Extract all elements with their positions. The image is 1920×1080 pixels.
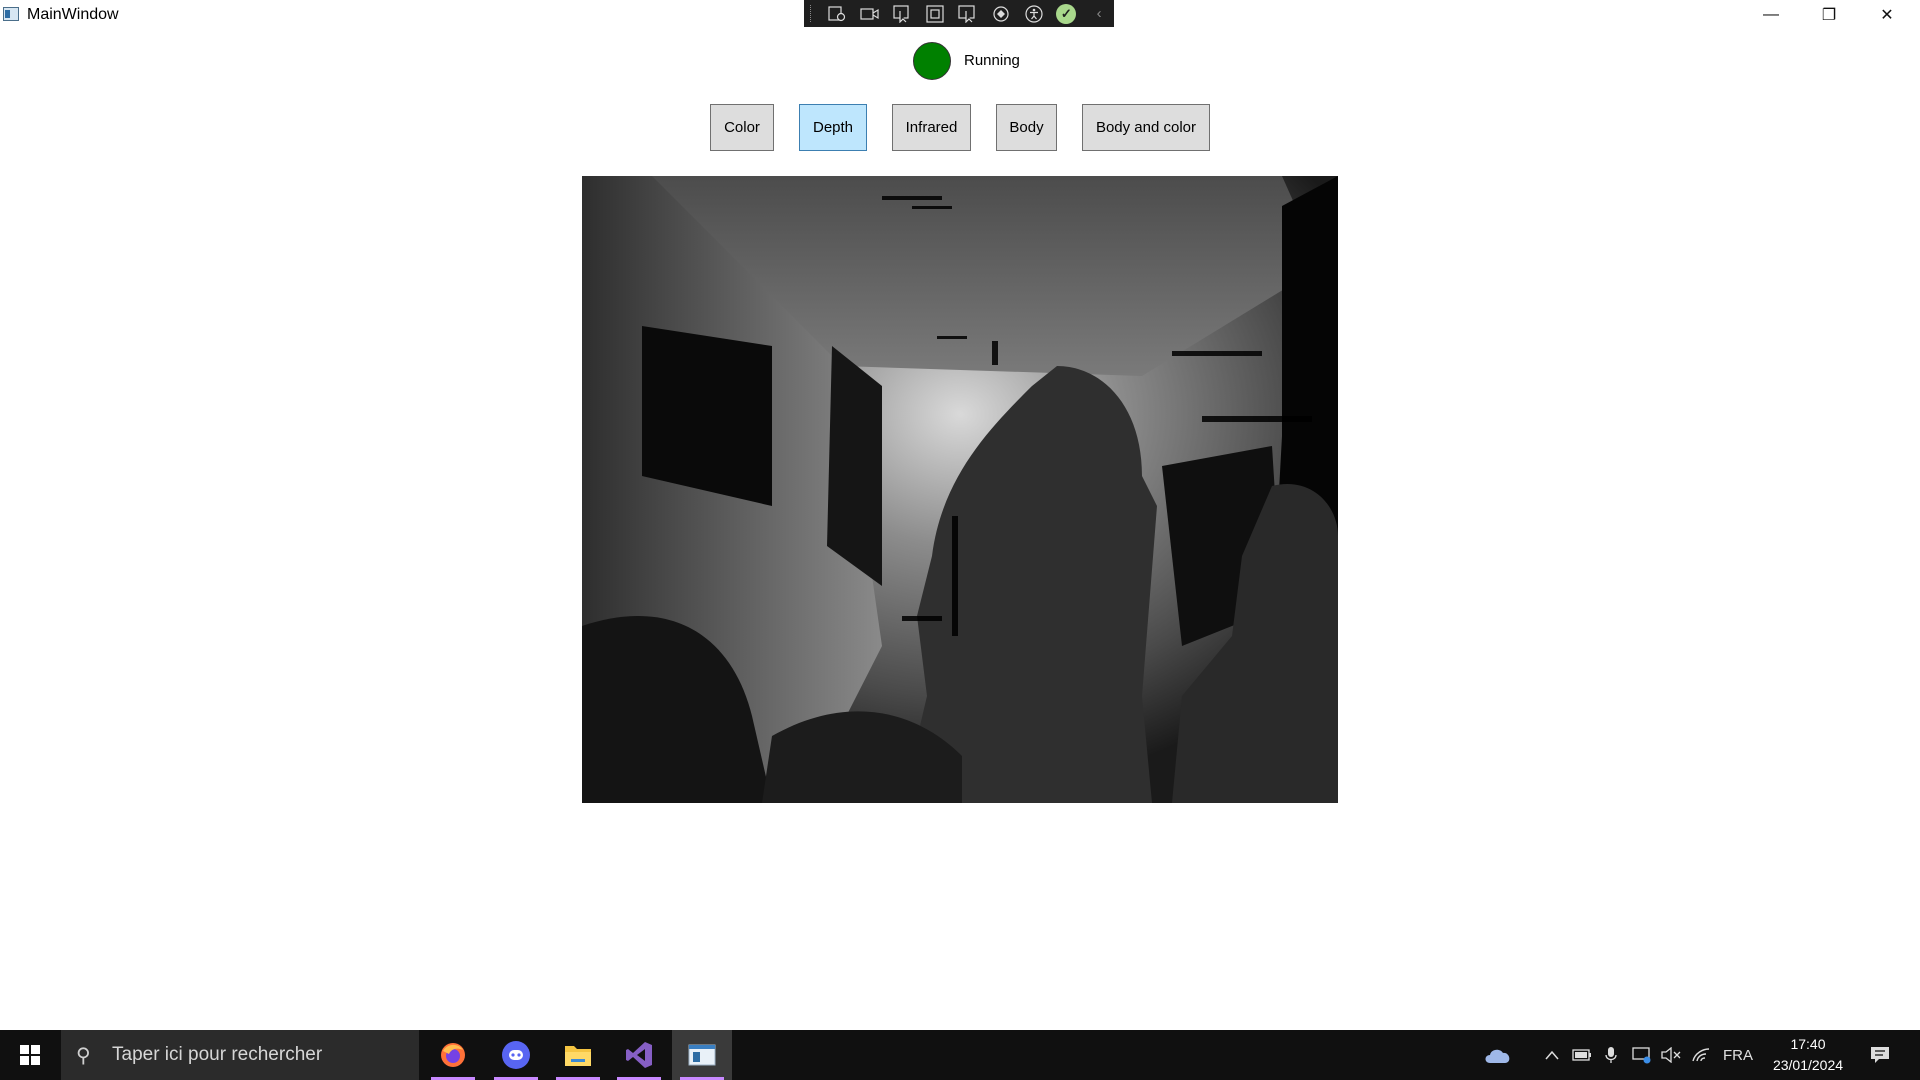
- wifi-icon[interactable]: [1688, 1030, 1714, 1080]
- infrared-mode-button[interactable]: Infrared: [892, 104, 971, 151]
- taskbar-clock[interactable]: 17:40 23/01/2024: [1760, 1034, 1856, 1076]
- xaml-debug-toolbar: ✓ ‹: [804, 0, 1114, 27]
- binding-check-icon[interactable]: ✓: [1051, 3, 1081, 25]
- microphone-icon[interactable]: [1598, 1030, 1624, 1080]
- volume-muted-icon[interactable]: [1658, 1030, 1684, 1080]
- clock-time: 17:40: [1790, 1036, 1826, 1052]
- main-window: MainWindow ✓ ‹ — ❐ ✕ Running Color Depth…: [0, 0, 1920, 1030]
- battery-icon[interactable]: [1568, 1030, 1596, 1080]
- window-title: MainWindow: [27, 6, 119, 23]
- search-icon: ⚲: [76, 1044, 91, 1067]
- visual-studio-icon[interactable]: [609, 1030, 669, 1080]
- status-label: Running: [964, 52, 1020, 69]
- wpf-app-icon[interactable]: [672, 1030, 732, 1080]
- title-bar[interactable]: MainWindow ✓ ‹ — ❐ ✕: [0, 0, 1920, 30]
- input-language[interactable]: FRA: [1716, 1030, 1760, 1080]
- depth-mode-button[interactable]: Depth: [799, 104, 867, 151]
- start-button[interactable]: [0, 1030, 60, 1080]
- close-button[interactable]: ✕: [1858, 0, 1916, 30]
- windows-taskbar: ⚲ Taper ici pour rechercher FRA 17:40 23…: [0, 1030, 1920, 1080]
- body-mode-button[interactable]: Body: [996, 104, 1057, 151]
- status-indicator: [913, 42, 951, 80]
- body-and-color-mode-button[interactable]: Body and color: [1082, 104, 1210, 151]
- clock-date: 23/01/2024: [1772, 1057, 1844, 1073]
- windows-logo-icon: [20, 1045, 40, 1065]
- search-placeholder: Taper ici pour rechercher: [112, 1044, 323, 1065]
- display-layout-adorners-icon[interactable]: [920, 3, 950, 25]
- accessibility-icon[interactable]: [1019, 3, 1049, 25]
- hot-reload-icon[interactable]: [986, 3, 1016, 25]
- taskbar-search[interactable]: ⚲ Taper ici pour rechercher: [61, 1030, 419, 1080]
- show-hidden-icons-icon[interactable]: [1538, 1030, 1566, 1080]
- firefox-icon[interactable]: [423, 1030, 483, 1080]
- file-explorer-icon[interactable]: [548, 1030, 608, 1080]
- toolbar-grip[interactable]: [810, 5, 813, 22]
- live-visual-tree-icon[interactable]: [822, 3, 852, 25]
- onedrive-icon[interactable]: [1478, 1030, 1518, 1080]
- minimize-button[interactable]: —: [1742, 0, 1800, 30]
- collapse-icon[interactable]: ‹: [1084, 3, 1114, 25]
- network-status-icon[interactable]: [1628, 1030, 1656, 1080]
- app-icon: [3, 7, 19, 21]
- restore-button[interactable]: ❐: [1800, 0, 1858, 30]
- depth-camera-image: [582, 176, 1338, 803]
- discord-icon[interactable]: [486, 1030, 546, 1080]
- notifications-icon[interactable]: [1862, 1030, 1898, 1080]
- color-mode-button[interactable]: Color: [710, 104, 774, 151]
- record-icon[interactable]: [855, 3, 885, 25]
- select-element-icon[interactable]: [888, 3, 918, 25]
- track-focus-icon[interactable]: [953, 3, 983, 25]
